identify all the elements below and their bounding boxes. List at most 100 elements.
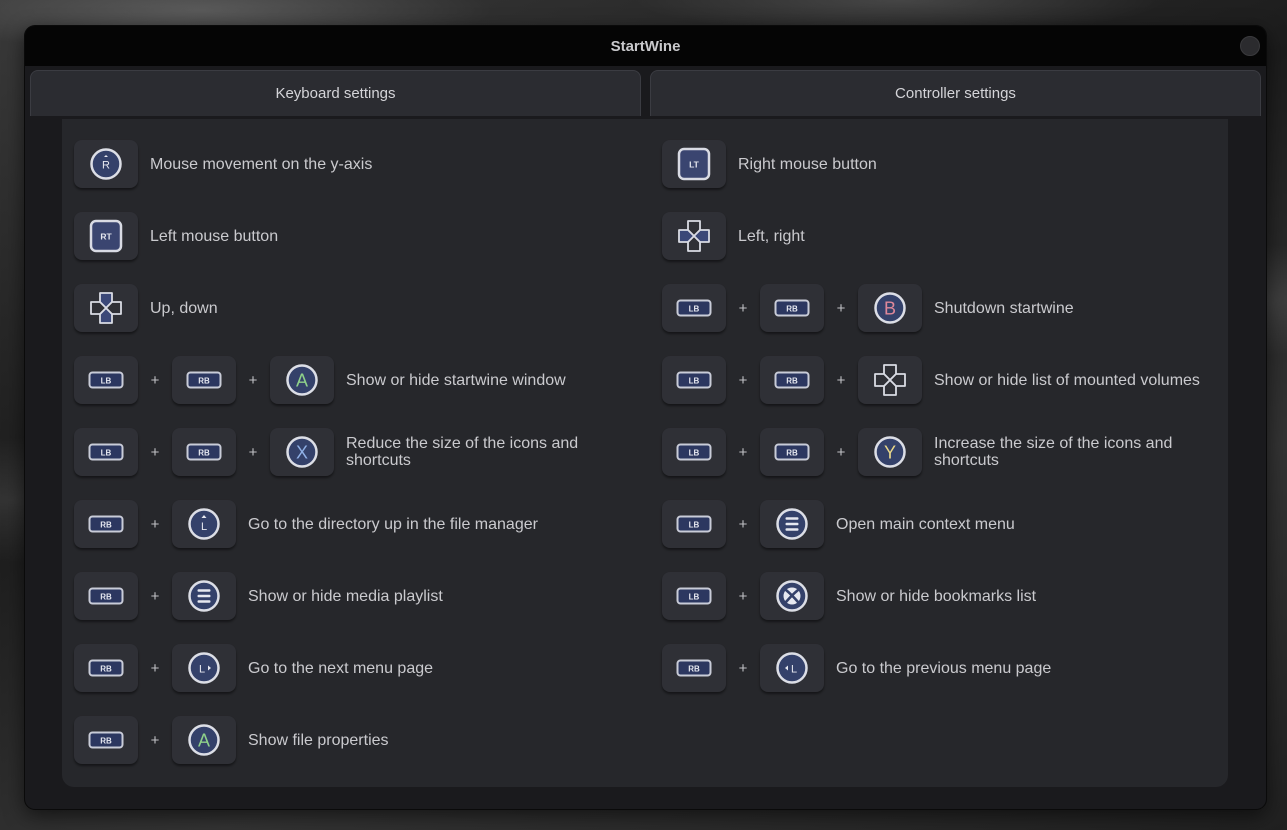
plus-sign: + (738, 443, 748, 461)
close-button[interactable] (1240, 36, 1260, 56)
shortcut-row: RB + Show or hide media playlist (74, 572, 688, 620)
svg-text:L: L (791, 664, 797, 676)
tab-keyboard-settings[interactable]: Keyboard settings (30, 70, 641, 116)
shortcut-label: Up, down (150, 299, 218, 317)
shortcut-row: RT Left mouse button (74, 212, 688, 260)
plus-sign: + (150, 515, 160, 533)
shortcut-label: Show file properties (248, 731, 389, 749)
tab-controller-settings[interactable]: Controller settings (650, 70, 1261, 116)
shortcut-row: LB + Open main context menu (662, 500, 1266, 548)
rb-bumper-icon: RB (74, 572, 138, 620)
shortcut-label: Open main context menu (836, 515, 1015, 533)
dpad-icon (858, 356, 922, 404)
stick-r-icon: R (74, 140, 138, 188)
lb-bumper-icon: LB (662, 572, 726, 620)
shortcut-row: LB + RB + X Reduce the size of the icons and … (74, 428, 688, 476)
svg-text:RB: RB (100, 665, 112, 674)
stick-l-right-icon: L (172, 644, 236, 692)
svg-text:LB: LB (101, 449, 112, 458)
svg-text:RB: RB (100, 737, 112, 746)
shortcut-row: RB + L Go to the previous menu page (662, 644, 1266, 692)
svg-text:Y: Y (884, 443, 896, 463)
svg-text:RB: RB (100, 521, 112, 530)
svg-text:RB: RB (786, 377, 798, 386)
svg-text:A: A (198, 731, 210, 751)
rt-trigger-icon: RT (74, 212, 138, 260)
a-button-icon: A (172, 716, 236, 764)
startwine-window: StartWine Keyboard settings Controller s… (25, 26, 1266, 809)
shortcut-label: Right mouse button (738, 155, 877, 173)
plus-sign: + (248, 443, 258, 461)
plus-sign: + (738, 371, 748, 389)
plus-sign: + (248, 371, 258, 389)
rb-bumper-icon: RB (172, 356, 236, 404)
plus-sign: + (738, 515, 748, 533)
a-button-icon: A (270, 356, 334, 404)
plus-sign: + (150, 659, 160, 677)
plus-sign: + (150, 731, 160, 749)
svg-text:LB: LB (689, 521, 700, 530)
svg-text:LT: LT (689, 160, 700, 170)
lb-bumper-icon: LB (662, 284, 726, 332)
shortcut-row: LB + RB + B Shutdown startwine (662, 284, 1266, 332)
rb-bumper-icon: RB (760, 428, 824, 476)
shortcut-label: Increase the size of the icons and short… (934, 435, 1173, 469)
svg-text:LB: LB (689, 305, 700, 314)
rb-bumper-icon: RB (74, 644, 138, 692)
svg-text:RB: RB (198, 449, 210, 458)
stick-l-up-icon: L (172, 500, 236, 548)
x-button-icon: X (270, 428, 334, 476)
shortcut-label: Go to the next menu page (248, 659, 434, 677)
svg-text:B: B (884, 299, 896, 319)
shortcut-row: LT Right mouse button (662, 140, 1266, 188)
plus-sign: + (150, 371, 160, 389)
svg-text:RB: RB (688, 665, 700, 674)
shortcut-label: Mouse movement on the y-axis (150, 155, 373, 173)
plus-sign: + (150, 587, 160, 605)
y-button-icon: Y (858, 428, 922, 476)
shortcut-label: Go to the previous menu page (836, 659, 1052, 677)
shortcut-row: LB + Show or hide bookmarks list (662, 572, 1266, 620)
lb-bumper-icon: LB (662, 428, 726, 476)
lb-bumper-icon: LB (662, 500, 726, 548)
shortcut-label: Shutdown startwine (934, 299, 1074, 317)
svg-text:LB: LB (689, 377, 700, 386)
shortcut-label: Show or hide bookmarks list (836, 587, 1037, 605)
shortcut-row: Left, right (662, 212, 1266, 260)
svg-text:R: R (102, 160, 110, 172)
shortcut-row: LB + RB + Y Increase the size of the icons an… (662, 428, 1266, 476)
lb-bumper-icon: LB (662, 356, 726, 404)
window-title: StartWine (610, 37, 681, 55)
rb-bumper-icon: RB (662, 644, 726, 692)
rb-bumper-icon: RB (74, 716, 138, 764)
shortcut-row: R Mouse movement on the y-axis (74, 140, 688, 188)
plus-sign: + (836, 371, 846, 389)
svg-text:X: X (296, 443, 308, 463)
svg-text:RT: RT (100, 232, 112, 242)
svg-text:LB: LB (689, 449, 700, 458)
plus-sign: + (836, 299, 846, 317)
menu-button-icon (172, 572, 236, 620)
svg-text:RB: RB (786, 305, 798, 314)
lb-bumper-icon: LB (74, 428, 138, 476)
b-button-icon: B (858, 284, 922, 332)
plus-sign: + (738, 587, 748, 605)
shortcuts-right-column: LT Right mouse button Left, right LB + RB + B Sh… (662, 140, 1266, 716)
plus-sign: + (738, 659, 748, 677)
tab-bar: Keyboard settings Controller settings (30, 70, 1261, 116)
svg-text:RB: RB (198, 377, 210, 386)
rb-bumper-icon: RB (760, 356, 824, 404)
shortcut-label: Left mouse button (150, 227, 279, 245)
svg-text:A: A (296, 371, 308, 391)
xbox-button-icon (760, 572, 824, 620)
shortcut-row: RB + A Show file properties (74, 716, 688, 764)
menu-button-icon (760, 500, 824, 548)
svg-text:RB: RB (786, 449, 798, 458)
svg-text:LB: LB (101, 377, 112, 386)
shortcut-label: Left, right (738, 227, 805, 245)
plus-sign: + (738, 299, 748, 317)
shortcut-row: LB + RB + A Show or hide startwine window (74, 356, 688, 404)
rb-bumper-icon: RB (760, 284, 824, 332)
lt-trigger-icon: LT (662, 140, 726, 188)
shortcut-row: Up, down (74, 284, 688, 332)
